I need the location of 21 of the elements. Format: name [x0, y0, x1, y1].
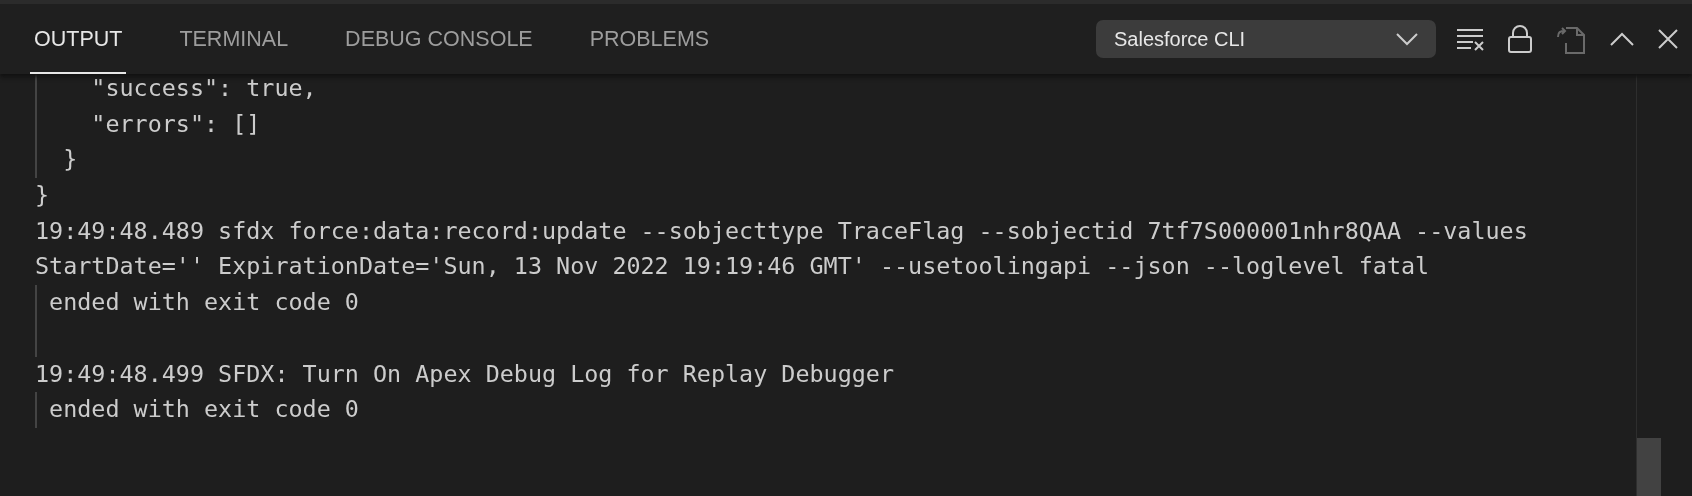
output-line: "errors": []: [90, 108, 261, 140]
lock-icon[interactable]: [1508, 25, 1532, 53]
output-line: StartDate='' ExpirationDate='Sun, 13 Nov 2022 19:19:46 GMT' --usetoolingapi --json --loglevel fatal: [35, 251, 1430, 283]
output-line: ended with exit code 0: [48, 394, 359, 426]
output-line: 19:49:48.499 SFDX: Turn On Apex Debug Log for Replay Debugger: [35, 358, 895, 390]
scrollbar-thumb[interactable]: [1637, 438, 1661, 496]
output-line: 19:49:48.489 sfdx force:data:record:update --sobjecttype TraceFlag --sobjectid 7tf7S000001nhr8QAA --values: [35, 215, 1528, 247]
output-channel-dropdown[interactable]: Salesforce CLI: [1096, 20, 1436, 58]
panel-tab[interactable]: PROBLEMS: [585, 6, 714, 74]
clear-output-icon[interactable]: [1456, 27, 1484, 51]
chevron-down-icon: [1396, 32, 1418, 46]
chevron-up-icon[interactable]: [1610, 32, 1634, 46]
output-line: ended with exit code 0: [48, 287, 359, 319]
panel-tab[interactable]: TERMINAL: [175, 6, 293, 74]
output-line: }: [62, 144, 78, 176]
output-line: "success": true,: [90, 73, 317, 104]
output-line: }: [35, 180, 50, 212]
panel-tab[interactable]: OUTPUT: [30, 6, 127, 74]
scrollbar[interactable]: [1636, 74, 1661, 496]
panel-tab[interactable]: DEBUG CONSOLE: [341, 6, 537, 74]
close-icon[interactable]: [1658, 29, 1678, 49]
